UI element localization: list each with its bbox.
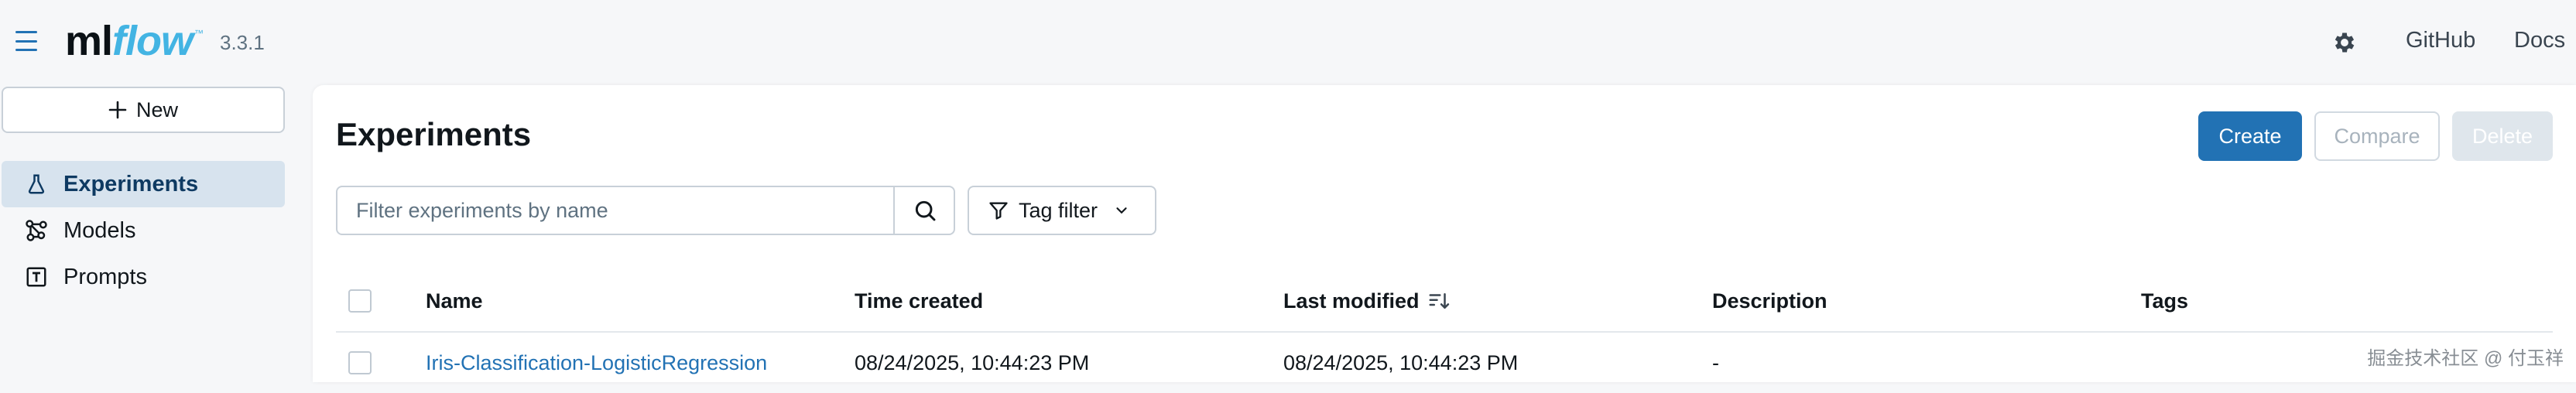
watermark-text: 掘金技术社区 @ 付玉祥 bbox=[2367, 343, 2564, 370]
models-icon bbox=[23, 217, 50, 244]
column-header-last-modified[interactable]: Last modified bbox=[1283, 271, 1451, 331]
sidebar-item-label: Experiments bbox=[63, 172, 198, 197]
last-modified-cell: 08/24/2025, 10:44:23 PM bbox=[1283, 333, 1518, 393]
table-header-row: Name Time created Last modified Descript… bbox=[336, 271, 2553, 333]
menu-icon[interactable] bbox=[15, 31, 37, 51]
top-bar: mlflow™ 3.3.1 GitHub Docs bbox=[0, 0, 2576, 85]
sidebar-item-experiments[interactable]: Experiments bbox=[2, 161, 285, 207]
page-title: Experiments bbox=[336, 116, 531, 153]
gear-icon[interactable] bbox=[2331, 29, 2358, 56]
column-header-description: Description bbox=[1712, 271, 1828, 331]
new-button[interactable]: New bbox=[2, 87, 285, 133]
search-box bbox=[336, 186, 955, 235]
description-cell: - bbox=[1712, 333, 1719, 393]
sort-descending-icon[interactable] bbox=[1427, 289, 1451, 313]
compare-button[interactable]: Compare bbox=[2314, 111, 2440, 161]
column-header-name[interactable]: Name bbox=[426, 271, 483, 331]
column-header-time-created[interactable]: Time created bbox=[855, 271, 983, 331]
tag-filter-label: Tag filter bbox=[1019, 199, 1098, 223]
experiments-table: Name Time created Last modified Descript… bbox=[336, 271, 2553, 393]
sidebar: New Experiments Models bbox=[0, 85, 291, 382]
column-header-tags: Tags bbox=[2141, 271, 2188, 331]
row-checkbox[interactable] bbox=[348, 351, 372, 374]
tag-filter-button[interactable]: Tag filter bbox=[968, 186, 1156, 235]
sidebar-item-prompts[interactable]: Prompts bbox=[2, 254, 285, 300]
sidebar-item-label: Prompts bbox=[63, 265, 147, 290]
main-panel: Experiments Create Compare Delete Tag fi… bbox=[313, 85, 2576, 382]
experiment-name-link[interactable]: Iris-Classification-LogisticRegression bbox=[426, 333, 767, 393]
text-box-icon bbox=[23, 264, 50, 290]
select-all-checkbox[interactable] bbox=[348, 289, 372, 313]
new-button-label: New bbox=[136, 98, 178, 122]
search-input[interactable] bbox=[337, 187, 893, 234]
search-button[interactable] bbox=[893, 187, 955, 234]
github-link[interactable]: GitHub bbox=[2406, 28, 2475, 53]
filter-icon bbox=[988, 200, 1009, 221]
plus-icon bbox=[108, 101, 127, 119]
version-label: 3.3.1 bbox=[220, 31, 265, 55]
docs-link[interactable]: Docs bbox=[2514, 28, 2565, 53]
create-button[interactable]: Create bbox=[2198, 111, 2302, 161]
sidebar-item-label: Models bbox=[63, 218, 136, 244]
table-row[interactable]: Iris-Classification-LogisticRegression 0… bbox=[336, 333, 2553, 393]
beaker-icon bbox=[23, 171, 50, 197]
chevron-down-icon bbox=[1113, 202, 1130, 219]
time-created-cell: 08/24/2025, 10:44:23 PM bbox=[855, 333, 1089, 393]
mlflow-logo[interactable]: mlflow™ bbox=[65, 17, 203, 68]
sidebar-item-models[interactable]: Models bbox=[2, 207, 285, 254]
search-icon bbox=[913, 198, 937, 223]
column-header-label: Last modified bbox=[1283, 289, 1420, 313]
delete-button[interactable]: Delete bbox=[2452, 111, 2553, 161]
